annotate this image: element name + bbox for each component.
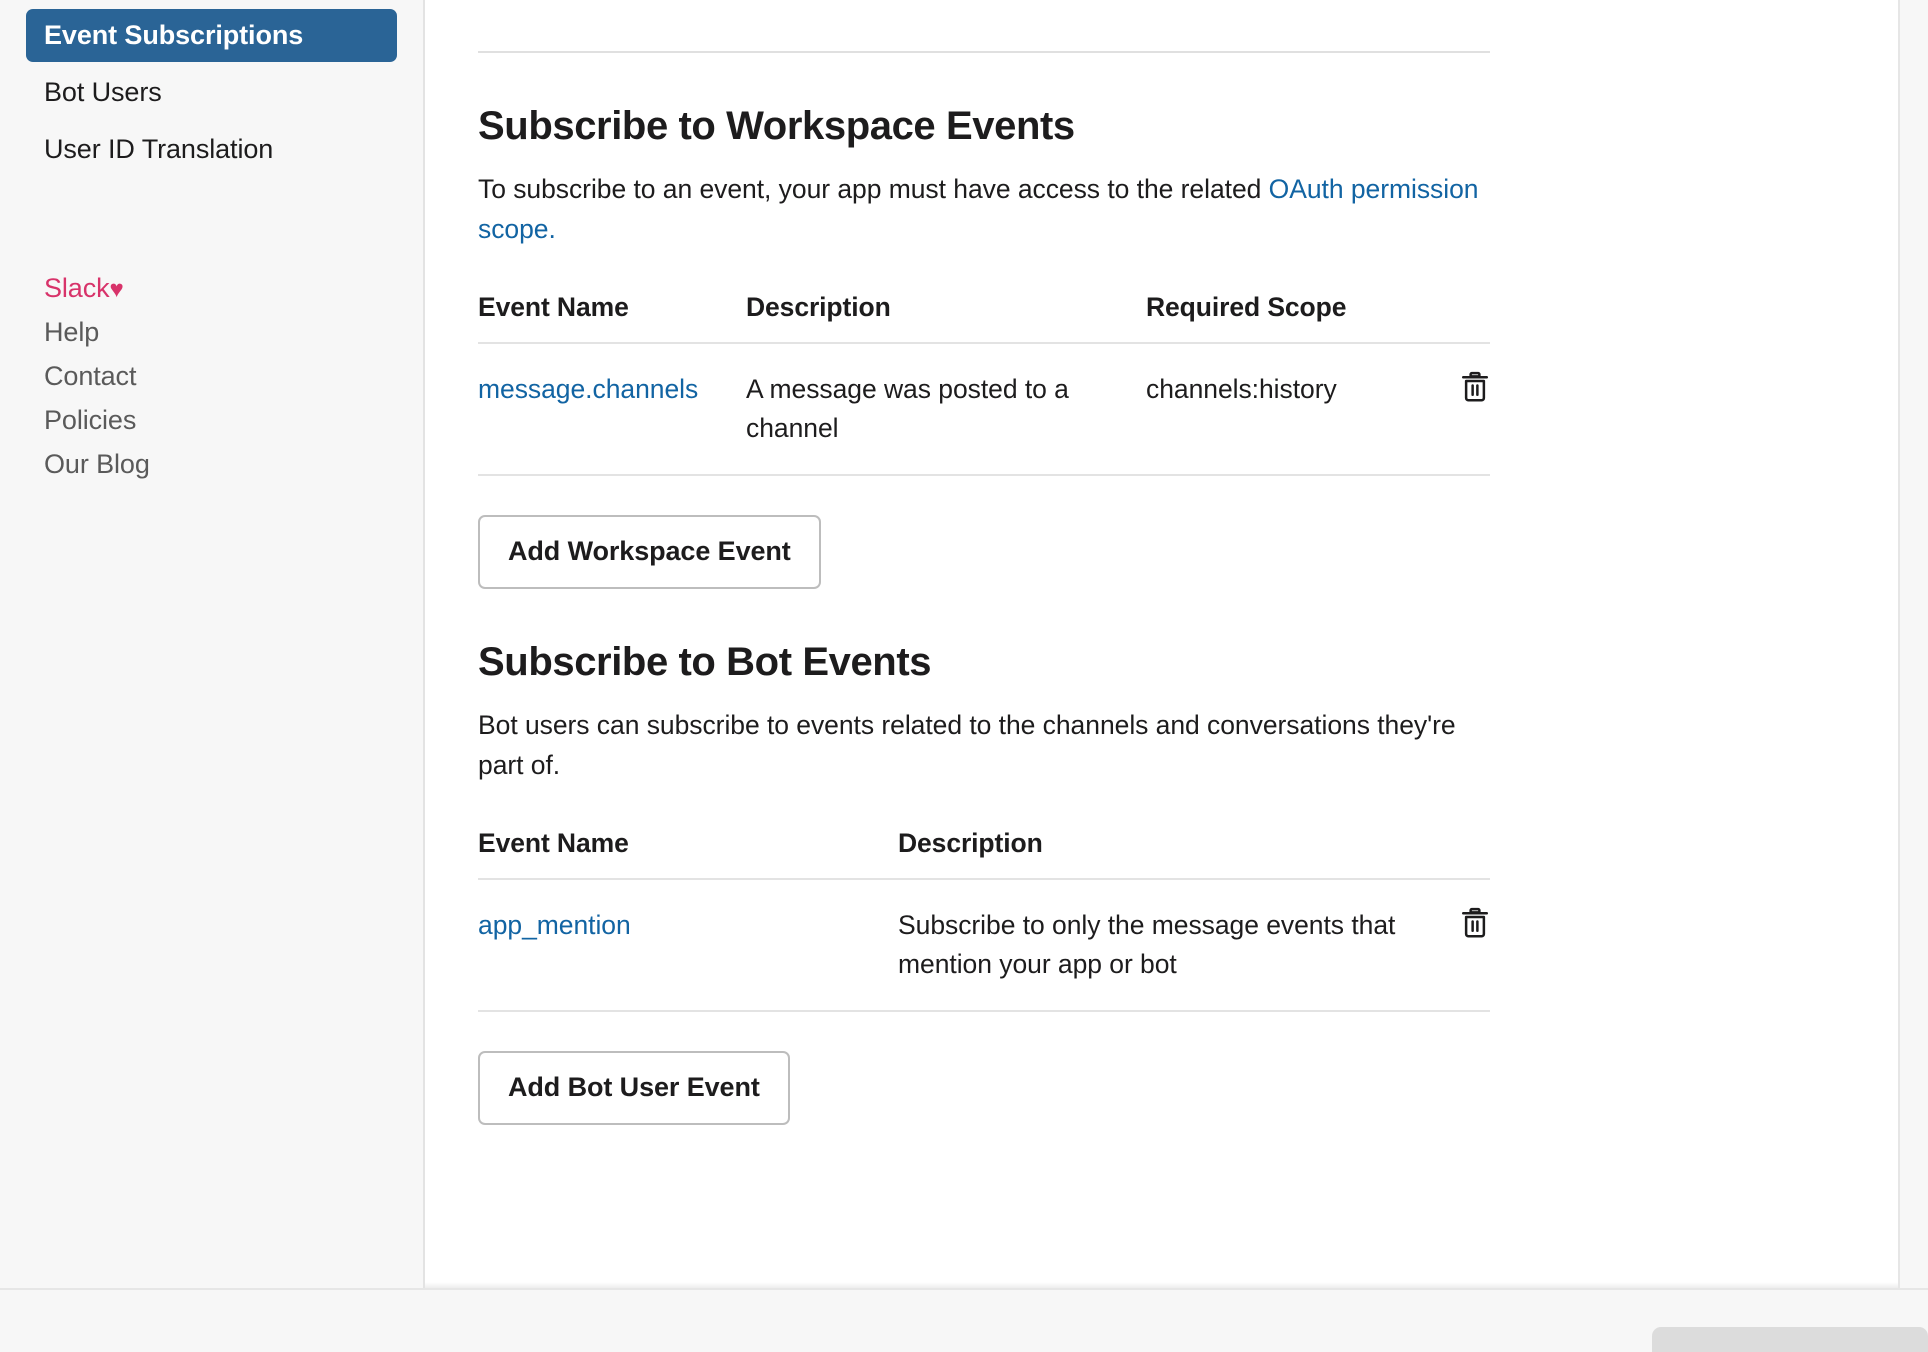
bot-events-table: Event Name Description app_mention Subsc… — [478, 827, 1490, 1012]
bot-events-title: Subscribe to Bot Events — [478, 639, 932, 684]
table-header-row: Event Name Description — [478, 827, 1490, 880]
column-header-required-scope: Required Scope — [1146, 291, 1416, 344]
footer-link-help[interactable]: Help — [26, 311, 397, 355]
trash-icon[interactable] — [1460, 906, 1490, 939]
sidebar-item-event-subscriptions[interactable]: Event Subscriptions — [26, 9, 397, 62]
column-header-actions — [1416, 827, 1490, 880]
page-bottom-band — [0, 1288, 1928, 1352]
footer-link-label: Our Blog — [44, 449, 150, 479]
workspace-events-description-text: To subscribe to an event, your app must … — [478, 174, 1269, 204]
content-bottom-spacer — [478, 1125, 1805, 1195]
content-top-divider — [478, 51, 1490, 53]
cell-description: Subscribe to only the message events tha… — [898, 878, 1416, 1012]
sidebar-footer-nav: Slack♥ Help Contact Policies Our Blog — [0, 268, 423, 487]
slack-brand-link[interactable]: Slack♥ — [26, 268, 397, 311]
cell-event-name: app_mention — [478, 878, 898, 1012]
workspace-events-section: Subscribe to Workspace Events To subscri… — [478, 104, 1805, 589]
cell-description: A message was posted to a channel — [746, 342, 1146, 476]
footer-link-label: Policies — [44, 405, 137, 435]
footer-link-our-blog[interactable]: Our Blog — [26, 443, 397, 487]
cell-event-name: message.channels — [478, 342, 746, 476]
column-header-description: Description — [746, 291, 1146, 344]
footer-link-contact[interactable]: Contact — [26, 355, 397, 399]
sidebar: OAuth & Permissions Event Subscriptions … — [0, 0, 425, 1288]
cell-required-scope: channels:history — [1146, 342, 1416, 476]
trash-icon[interactable] — [1460, 370, 1490, 403]
add-bot-user-event-button[interactable]: Add Bot User Event — [478, 1050, 790, 1125]
sidebar-item-user-id-translation[interactable]: User ID Translation — [26, 123, 397, 176]
page-body: OAuth & Permissions Event Subscriptions … — [0, 0, 1928, 1288]
column-header-event-name: Event Name — [478, 827, 898, 880]
sidebar-item-bot-users[interactable]: Bot Users — [26, 66, 397, 119]
cell-actions — [1416, 342, 1490, 476]
cell-actions — [1416, 878, 1490, 1012]
main-content: Subscribe to Workspace Events To subscri… — [425, 0, 1900, 1288]
bottom-right-panel-handle[interactable] — [1652, 1327, 1928, 1352]
bot-events-section: Subscribe to Bot Events Bot users can su… — [478, 640, 1805, 1125]
sidebar-nav: OAuth & Permissions Event Subscriptions … — [0, 0, 423, 176]
table-header-row: Event Name Description Required Scope — [478, 291, 1490, 344]
sidebar-item-label: User ID Translation — [44, 134, 274, 164]
slack-brand-label: Slack — [44, 273, 110, 303]
workspace-events-description: To subscribe to an event, your app must … — [478, 169, 1488, 250]
workspace-events-title: Subscribe to Workspace Events — [478, 104, 1075, 148]
app-root: OAuth & Permissions Event Subscriptions … — [0, 0, 1928, 1352]
event-name-link-app-mention[interactable]: app_mention — [478, 910, 631, 940]
column-header-event-name: Event Name — [478, 291, 746, 344]
footer-link-label: Contact — [44, 361, 137, 391]
event-name-link-message-channels[interactable]: message.channels — [478, 374, 698, 404]
main-inner: Subscribe to Workspace Events To subscri… — [425, 104, 1845, 1195]
column-header-actions — [1416, 291, 1490, 344]
footer-link-policies[interactable]: Policies — [26, 399, 397, 443]
heart-icon: ♥ — [109, 276, 124, 303]
column-header-description: Description — [898, 827, 1416, 880]
table-row: message.channels A message was posted to… — [478, 342, 1490, 476]
table-row: app_mention Subscribe to only the messag… — [478, 878, 1490, 1012]
workspace-events-table: Event Name Description Required Scope me… — [478, 291, 1490, 476]
sidebar-item-label: Bot Users — [44, 77, 162, 107]
sidebar-item-label: Event Subscriptions — [44, 20, 304, 50]
add-workspace-event-button[interactable]: Add Workspace Event — [478, 514, 821, 589]
footer-link-label: Help — [44, 317, 100, 347]
bot-events-description: Bot users can subscribe to events relate… — [478, 709, 1456, 781]
